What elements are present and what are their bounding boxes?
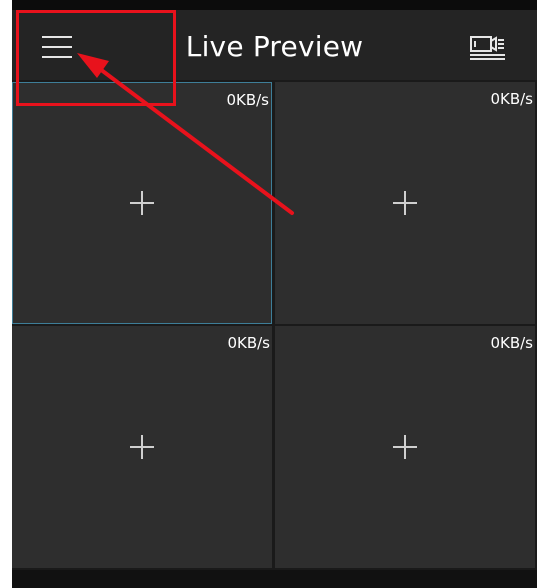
top-bar: Live Preview bbox=[12, 10, 537, 80]
preview-grid: 0KB/s 0KB/s 0KB/s 0KB/s bbox=[12, 80, 537, 570]
channel-cell-1[interactable]: 0KB/s bbox=[12, 82, 272, 324]
plus-icon[interactable] bbox=[393, 435, 417, 459]
video-playback-list-icon bbox=[470, 36, 505, 60]
bitrate-label: 0KB/s bbox=[490, 90, 533, 108]
plus-icon[interactable] bbox=[130, 435, 154, 459]
plus-icon[interactable] bbox=[393, 191, 417, 215]
status-bar bbox=[12, 0, 537, 10]
bottom-bar bbox=[12, 570, 537, 588]
bitrate-label: 0KB/s bbox=[226, 91, 269, 109]
playback-list-button[interactable] bbox=[468, 34, 508, 64]
channel-cell-3[interactable]: 0KB/s bbox=[12, 326, 272, 568]
channel-cell-2[interactable]: 0KB/s bbox=[275, 82, 535, 324]
plus-icon[interactable] bbox=[130, 191, 154, 215]
bitrate-label: 0KB/s bbox=[227, 334, 270, 352]
page-title: Live Preview bbox=[185, 30, 364, 63]
bitrate-label: 0KB/s bbox=[490, 334, 533, 352]
channel-cell-4[interactable]: 0KB/s bbox=[275, 326, 535, 568]
app-screen: Live Preview 0KB/s 0KB/s 0KB/s 0KB/s bbox=[12, 0, 537, 588]
